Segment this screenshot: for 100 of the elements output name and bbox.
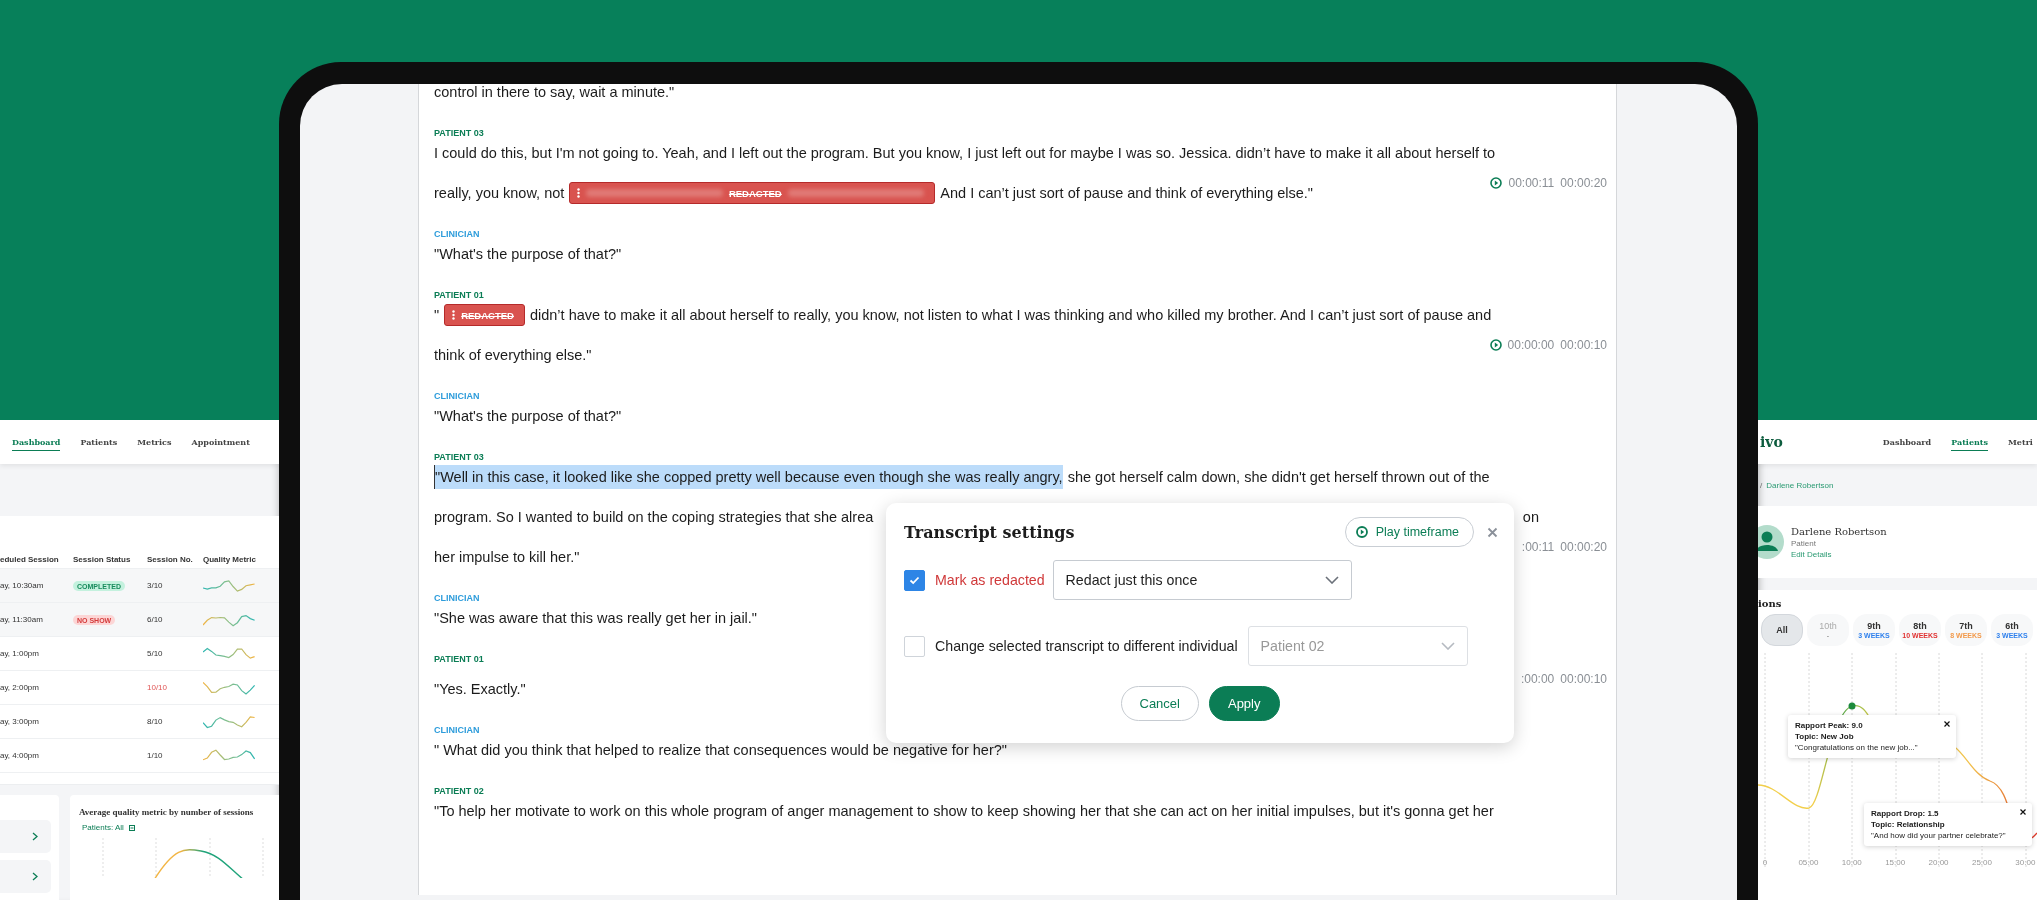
column-header: Session Status: [73, 554, 132, 564]
end-time: 00:00:20: [1560, 176, 1607, 190]
speaker-label: CLINICIAN: [434, 592, 481, 605]
axis-label: 15:00: [1884, 858, 1907, 867]
table-cell-text: ay, 1:00pm: [0, 649, 40, 658]
dialog-title: Transcript settings: [904, 522, 1076, 542]
sparkline: [203, 577, 257, 594]
table-cell-text: 3/10: [147, 581, 164, 590]
chevron-down-icon: [1440, 642, 1455, 650]
transcript-text: ": [434, 307, 440, 323]
patient-role: Patient: [1791, 538, 1817, 548]
start-time: :00:00: [1520, 672, 1555, 686]
table-cell-text: ay, 3:00pm: [0, 717, 40, 726]
column-header: Session No.: [147, 554, 194, 564]
more-icon[interactable]: [452, 310, 456, 320]
play-icon[interactable]: [1489, 339, 1502, 351]
table-cell-text: 10/10: [147, 683, 169, 692]
nav-link[interactable]: Appointment: [191, 433, 250, 451]
nav-link[interactable]: Metri: [2008, 433, 2033, 451]
breadcrumb-separator: /: [1760, 480, 1763, 490]
speaker-label: PATIENT 01: [434, 653, 485, 666]
tooltip-title: Rapport Peak: 9.0: [1795, 721, 1863, 730]
transcript-text: think of everything else.": [434, 347, 592, 363]
axis-label: 20:00: [1927, 858, 1950, 867]
nav-link[interactable]: Patients: [1951, 433, 1988, 451]
table-cell-text: ay, 2:00pm: [0, 683, 40, 692]
transcript-text: "To help her motivate to work on this whole program of anger management to show to keep showing her that she can act on her initial impulses, but it's gonna get her: [434, 803, 1494, 819]
transcript-text: on: [1522, 509, 1539, 525]
transcript-text: "Yes. Exactly.": [434, 681, 526, 697]
table-cell-text: 5/10: [147, 649, 164, 658]
table-cell-text: 1/10: [147, 751, 164, 760]
more-icon[interactable]: [577, 188, 581, 198]
sparkline: [203, 645, 257, 662]
nav-link[interactable]: Dashboard: [1882, 433, 1932, 451]
start-time: 00:00:00: [1507, 338, 1555, 352]
tooltip-quote: "And how did your partner celebrate?": [1871, 831, 2006, 840]
cancel-button[interactable]: Cancel: [1120, 686, 1199, 721]
transcript-text: didn’t have to make it all about herself to really, you know, not listen to what I was thinking and who killed my brother. And I can’t just sort of pause and: [529, 307, 1492, 323]
table-cell-text: ay, 10:30am: [0, 581, 45, 590]
axis-label: 25:00: [1970, 858, 1993, 867]
table-cell-text: 6/10: [147, 615, 164, 624]
redaction-tag[interactable]: REDACTED: [569, 182, 936, 204]
table-cell-text: 8/10: [147, 717, 164, 726]
speaker-label: PATIENT 01: [434, 289, 485, 302]
start-time: :00:11: [1521, 540, 1555, 554]
nav-link[interactable]: Metrics: [137, 433, 172, 451]
redaction-tag[interactable]: REDACTED: [444, 304, 525, 326]
transcript-text: "She was aware that this was really get her in jail.": [434, 610, 757, 626]
speaker-label: PATIENT 02: [434, 785, 485, 798]
speaker-label: CLINICIAN: [434, 228, 481, 241]
play-timeframe-button[interactable]: Play timeframe: [1344, 517, 1474, 547]
nav-link[interactable]: Dashboard: [12, 433, 61, 451]
axis-label: 30:00: [2014, 858, 2037, 867]
close-icon[interactable]: [1944, 721, 1950, 727]
chevron-icon: [32, 872, 38, 881]
tooltip-topic: Topic: Relationship: [1871, 820, 1945, 829]
transcript-text: "What's the purpose of that?": [434, 408, 622, 424]
tooltip-topic: Topic: New Job: [1795, 732, 1854, 741]
table-cell-text: ay, 4:00pm: [0, 751, 40, 760]
transcript-text: And I can’t just sort of pause and think of everything else.": [940, 185, 1313, 201]
column-header: Quality Metric: [203, 554, 257, 564]
sparkline: [203, 713, 257, 730]
axis-label: 10:00: [1840, 858, 1863, 867]
transcript-text: " What did you think that helped to realize that consequences would be negative for her?": [434, 742, 1007, 758]
nav-link[interactable]: Patients: [80, 433, 118, 451]
option-label: Change selected transcript to different individual: [935, 638, 1238, 654]
speaker-label: PATIENT 03: [434, 451, 485, 464]
transcript-text: I could do this, but I'm not going to. Yeah, and I left out the program. But you know, I just left out for maybe I was so. Jessica. didn’t have to make it all about herself to: [434, 145, 1496, 161]
transcript-text: control in there to say, wait a minute.": [434, 84, 675, 100]
dropdown[interactable]: Redact just this once: [1052, 560, 1352, 600]
close-icon[interactable]: [2020, 809, 2026, 815]
selected-text[interactable]: "Well in this case, it looked like she copped pretty well because even though she was really angry,: [434, 465, 1063, 489]
transcript-text: she got herself calm down, she didn't get herself thrown out of the: [1067, 469, 1490, 485]
transcript-text: really, you know, not: [434, 185, 565, 201]
checkbox[interactable]: [904, 569, 925, 591]
end-time: 00:00:20: [1560, 540, 1607, 554]
start-time: 00:00:11: [1508, 176, 1555, 190]
transcript-text: program. So I wanted to build on the coping strategies that she alrea: [434, 509, 874, 525]
filter-icon[interactable]: [128, 824, 135, 831]
play-icon[interactable]: [1490, 177, 1503, 189]
logo[interactable]: ivo: [1760, 434, 1783, 450]
apply-button[interactable]: Apply: [1208, 686, 1280, 721]
axis-label: 0: [1761, 858, 1769, 867]
chevron-down-icon: [1324, 576, 1339, 584]
end-time: 00:00:10: [1560, 338, 1607, 352]
table-cell-text: ay, 11:30am: [0, 615, 44, 624]
speaker-label: CLINICIAN: [434, 390, 481, 403]
sparkline: [203, 679, 257, 696]
filter-label[interactable]: Patients: All: [82, 823, 124, 832]
tooltip-quote: "Congratulations on the new job...": [1795, 743, 1918, 752]
session-filter[interactable]: All: [1761, 614, 1803, 646]
transcript-text: "What's the purpose of that?": [434, 246, 622, 262]
edit-details-link[interactable]: Edit Details: [1791, 549, 1887, 559]
transcript-text: her impulse to kill her.": [434, 549, 580, 565]
column-header: eduled Session: [0, 554, 60, 564]
chart-title: Average quality metric by number of sessions: [79, 807, 255, 817]
check-icon: [909, 575, 920, 585]
axis-label: 05:00: [1797, 858, 1820, 867]
chevron-icon: [32, 832, 38, 841]
section-heading: ions: [1758, 598, 1783, 609]
